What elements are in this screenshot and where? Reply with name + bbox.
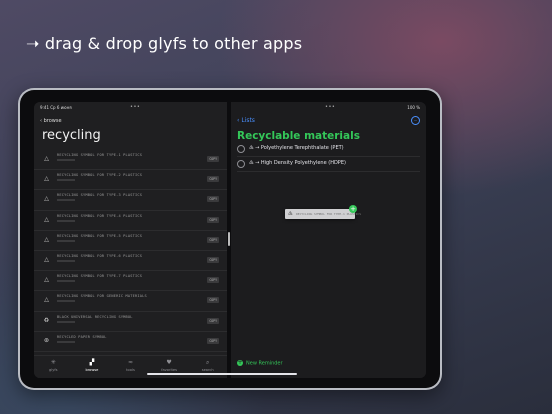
copy-button[interactable]: COPY: [207, 277, 219, 284]
glyph-code-placeholder: [57, 340, 75, 343]
copy-button[interactable]: COPY: [207, 297, 219, 304]
glyph-name: RECYCLING SYMBOL FOR TYPE-3 PLASTICS: [57, 193, 143, 198]
battery-indicator: 100 %: [407, 105, 420, 110]
drop-plus-icon: +: [349, 205, 357, 213]
reminder-checkbox[interactable]: [237, 160, 245, 168]
glyph-name: BLACK UNIVERSAL RECYCLING SYMBOL: [57, 314, 133, 319]
glyph-code-placeholder: [57, 199, 75, 202]
copy-button[interactable]: COPY: [207, 176, 219, 183]
back-label: browse: [43, 118, 62, 124]
page-title: recycling: [42, 128, 101, 143]
glyph-code-placeholder: [57, 239, 75, 242]
split-handle[interactable]: [228, 232, 230, 246]
glyph-name: RECYCLING SYMBOL FOR TYPE-5 PLASTICS: [57, 233, 143, 238]
copy-button[interactable]: COPY: [207, 256, 219, 263]
dragged-glyph-chip[interactable]: ♳ RECYCLING SYMBOL FOR TYPE-1 PLASTICS: [285, 209, 361, 219]
ipad-bezel: ‹ browse recycling △ RECYCLING SYMBOL FOR…: [20, 90, 440, 388]
tab-label: search: [201, 368, 214, 372]
sparkle-icon: ✳: [50, 359, 56, 366]
glyph-name: RECYCLED PAPER SYMBOL: [57, 334, 107, 339]
glyph-code-placeholder: [57, 259, 75, 262]
tab-label: glyfs: [49, 368, 58, 372]
recycle-triangle-icon: △: [44, 215, 49, 223]
glyph-name: RECYCLING SYMBOL FOR TYPE-4 PLASTICS: [57, 213, 143, 218]
list-item[interactable]: △ RECYCLING SYMBOL FOR TYPE-5 PLASTICS COP…: [34, 231, 227, 251]
list-item[interactable]: △ RECYCLING SYMBOL FOR TYPE-2 PLASTICS COP…: [34, 170, 227, 191]
ipad-screen: ‹ browse recycling △ RECYCLING SYMBOL FOR…: [34, 102, 426, 378]
tab-tools[interactable]: ≈ tools: [111, 356, 150, 378]
glyfs-app-pane: ‹ browse recycling △ RECYCLING SYMBOL FOR…: [34, 102, 227, 378]
list-title: Recyclable materials: [237, 130, 360, 142]
reminder-checkbox[interactable]: [237, 145, 245, 153]
tab-glyfs[interactable]: ✳ glyfs: [34, 356, 73, 378]
glyph-code-placeholder: [57, 219, 75, 222]
glyph-name: RECYCLING SYMBOL FOR GENERIC MATERIALS: [57, 294, 147, 299]
status-bar: 9:41 Ср 6 июня ••• ••• 100 %: [34, 102, 426, 112]
multitask-dots-left[interactable]: •••: [130, 104, 140, 110]
list-item[interactable]: △ RECYCLING SYMBOL FOR TYPE-4 PLASTICS COP…: [34, 211, 227, 231]
reminder-item[interactable]: ♳ → Polyethylene Terephthalate (PET): [237, 142, 420, 157]
lists-back-button[interactable]: ‹ Lists: [237, 117, 255, 124]
glyph-code-placeholder: [57, 300, 75, 303]
tab-label: tools: [126, 368, 135, 372]
glyph-list: △ RECYCLING SYMBOL FOR TYPE-1 PLASTICS COP…: [34, 150, 227, 373]
reminder-text[interactable]: ♴ → High Density Polyethylene (HDPE): [249, 160, 346, 166]
recycle-triangle-icon: △: [44, 235, 49, 243]
copy-button[interactable]: COPY: [207, 156, 219, 162]
glyph-code-placeholder: [57, 179, 75, 182]
glyph-code-placeholder: [57, 320, 75, 323]
copy-button[interactable]: COPY: [207, 236, 219, 243]
plus-circle-icon: +: [237, 358, 243, 366]
glyph-name: RECYCLING SYMBOL FOR TYPE-7 PLASTICS: [57, 274, 143, 279]
copy-button[interactable]: COPY: [207, 196, 219, 203]
glyph-name: RECYCLING SYMBOL FOR TYPE-2 PLASTICS: [57, 173, 143, 178]
home-indicator[interactable]: [147, 373, 297, 375]
new-reminder-button[interactable]: + New Reminder: [237, 358, 283, 366]
tools-icon: ≈: [127, 359, 133, 366]
copy-button[interactable]: COPY: [207, 216, 219, 223]
list-item[interactable]: △ RECYCLING SYMBOL FOR TYPE-3 PLASTICS COP…: [34, 190, 227, 211]
reminder-item[interactable]: ♴ → High Density Polyethylene (HDPE): [237, 157, 420, 172]
list-item[interactable]: △ RECYCLING SYMBOL FOR TYPE-7 PLASTICS COP…: [34, 271, 227, 292]
copy-button[interactable]: COPY: [207, 317, 219, 324]
ipad-frame: ‹ browse recycling △ RECYCLING SYMBOL FOR…: [18, 88, 442, 390]
lists-back-label: Lists: [241, 117, 255, 124]
more-options-icon[interactable]: ···: [411, 116, 420, 125]
new-reminder-label: New Reminder: [246, 360, 283, 366]
list-item[interactable]: ♻ BLACK UNIVERSAL RECYCLING SYMBOL COPY: [34, 312, 227, 332]
recycle-triangle-icon: △: [44, 255, 49, 263]
tab-label: favorites: [161, 368, 177, 372]
recycle-paper-icon: ⊛: [43, 336, 50, 344]
status-time: 9:41 Ср 6 июня: [40, 105, 72, 110]
recycle-universal-icon: ♻: [43, 316, 50, 324]
list-item[interactable]: △ RECYCLING SYMBOL FOR TYPE-6 PLASTICS COP…: [34, 251, 227, 272]
headline: ➝ drag & drop glyfs to other apps: [26, 34, 303, 53]
glyph-code-placeholder: [57, 280, 75, 283]
glyph-code-placeholder: [57, 159, 75, 161]
recycle-triangle-icon: △: [44, 155, 49, 162]
recycle-triangle-icon: △: [44, 296, 49, 304]
tab-label: browse: [85, 368, 99, 372]
reminders-app-pane: ‹ Lists ··· Recyclable materials ♳ → Pol…: [231, 102, 426, 378]
recycle-triangle-icon: △: [44, 276, 49, 284]
list-item[interactable]: △ RECYCLING SYMBOL FOR TYPE-1 PLASTICS COP…: [34, 150, 227, 171]
recycle-triangle-icon: △: [44, 175, 49, 183]
reminder-text[interactable]: ♳ → Polyethylene Terephthalate (PET): [249, 145, 344, 151]
list-item[interactable]: △ RECYCLING SYMBOL FOR GENERIC MATERIALS C…: [34, 291, 227, 312]
back-button[interactable]: ‹ browse: [40, 118, 62, 124]
list-item[interactable]: ⊛ RECYCLED PAPER SYMBOL COPY: [34, 332, 227, 352]
heart-icon: ♥: [166, 359, 172, 366]
browse-icon: ▞: [89, 359, 95, 366]
recycle-triangle-icon: △: [44, 195, 49, 203]
multitask-dots-right[interactable]: •••: [325, 104, 335, 110]
search-icon: ⌕: [205, 359, 210, 366]
glyph-name: RECYCLING SYMBOL FOR TYPE-1 PLASTICS: [57, 153, 143, 157]
tab-browse[interactable]: ▞ browse: [73, 356, 112, 378]
recycle-icon: ♳: [288, 211, 293, 217]
copy-button[interactable]: COPY: [207, 337, 219, 344]
glyph-name: RECYCLING SYMBOL FOR TYPE-6 PLASTICS: [57, 253, 143, 258]
